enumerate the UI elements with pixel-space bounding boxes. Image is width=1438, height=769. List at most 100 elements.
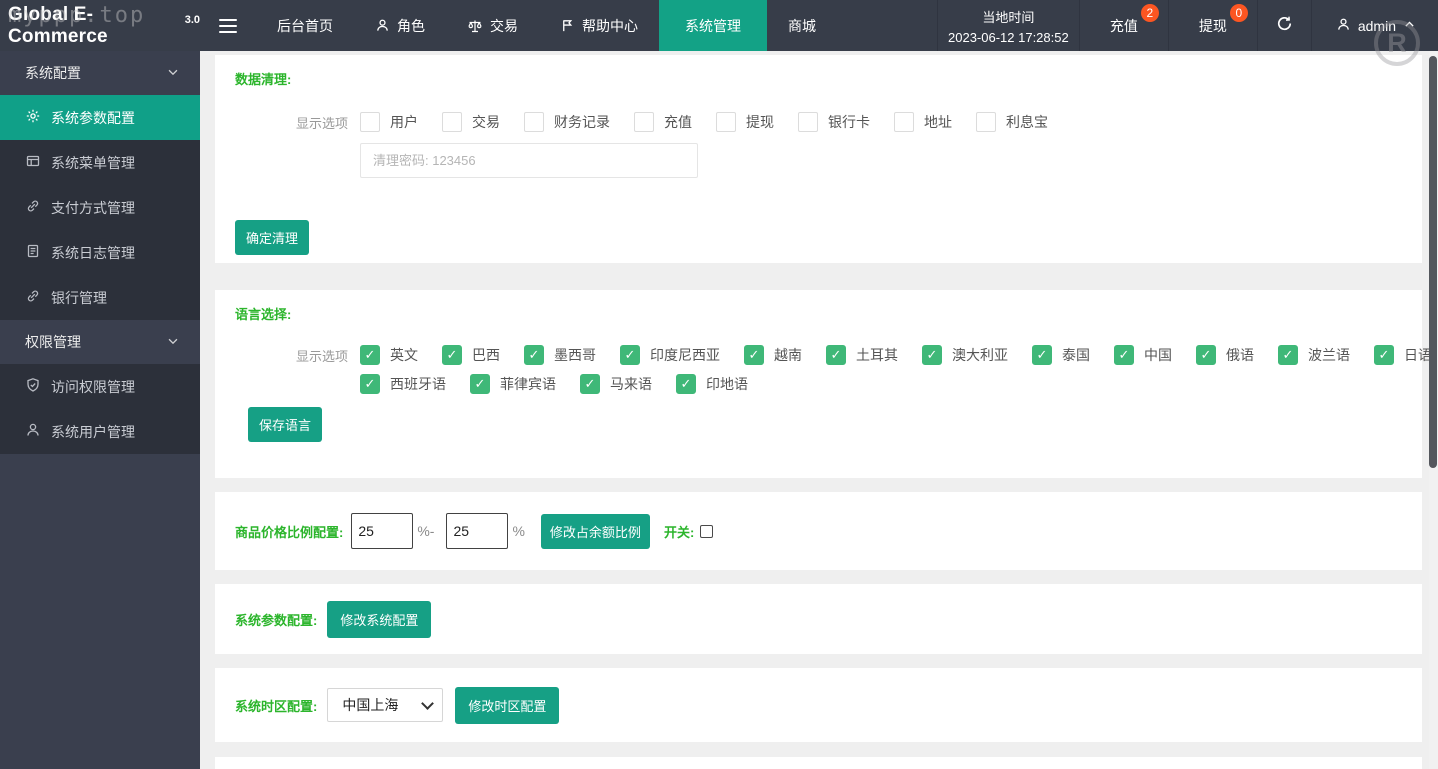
panel-title-timezone: 系统时区配置:: [235, 698, 318, 714]
modify-balance-ratio-button[interactable]: 修改占余额比例: [540, 513, 650, 549]
checkbox-checked-icon[interactable]: ✓: [470, 374, 490, 394]
shield-check-icon: [25, 377, 41, 396]
cleanup-option-checkbox[interactable]: 交易: [442, 112, 500, 132]
language-option-checkbox[interactable]: ✓ 西班牙语: [360, 374, 446, 394]
sidebar-item-access-permissions[interactable]: 访问权限管理: [0, 364, 200, 409]
cleanup-option-checkbox[interactable]: 地址: [894, 112, 952, 132]
checkbox-checked-icon[interactable]: ✓: [922, 345, 942, 365]
checkbox-checked-icon[interactable]: ✓: [360, 345, 380, 365]
user-menu[interactable]: admin: [1312, 0, 1438, 51]
language-option-checkbox[interactable]: ✓ 俄语: [1196, 345, 1254, 365]
checkbox-checked-icon[interactable]: ✓: [1196, 345, 1216, 365]
language-options-row1: ✓ 英文 ✓ 巴西 ✓ 墨西哥 ✓ 印度尼西亚 ✓ 越南 ✓ 土耳其 ✓ 澳大利…: [360, 345, 1438, 365]
nav-item-system-management[interactable]: 系统管理: [659, 0, 767, 51]
language-option-checkbox[interactable]: ✓ 波兰语: [1278, 345, 1350, 365]
section-title: 权限管理: [25, 334, 81, 350]
sidebar-item-system-logs[interactable]: 系统日志管理: [0, 230, 200, 275]
checkbox-icon[interactable]: [894, 112, 914, 132]
hamburger-icon[interactable]: [200, 0, 256, 51]
switch-label: 开关:: [663, 524, 695, 540]
sidebar-item-label: 系统用户管理: [51, 423, 135, 440]
withdraw-button[interactable]: 提现 0: [1169, 0, 1258, 51]
panel-partial: [215, 757, 1422, 769]
language-option-checkbox[interactable]: ✓ 英文: [360, 345, 418, 365]
cleanup-option-checkbox[interactable]: 提现: [716, 112, 774, 132]
refresh-button[interactable]: [1258, 0, 1312, 51]
checkbox-icon[interactable]: [716, 112, 736, 132]
checkbox-checked-icon[interactable]: ✓: [744, 345, 764, 365]
checkbox-label: 英文: [390, 347, 418, 363]
sidebar-item-system-menu[interactable]: 系统菜单管理: [0, 140, 200, 185]
checkbox-label: 提现: [746, 114, 774, 130]
language-option-checkbox[interactable]: ✓ 澳大利亚: [922, 345, 1008, 365]
cleanup-option-checkbox[interactable]: 利息宝: [976, 112, 1048, 132]
checkbox-label: 地址: [924, 114, 952, 130]
checkbox-checked-icon[interactable]: ✓: [442, 345, 462, 365]
save-language-button[interactable]: 保存语言: [248, 407, 323, 442]
timezone-select[interactable]: 中国上海: [327, 688, 444, 722]
person-icon: [25, 422, 41, 441]
checkbox-checked-icon[interactable]: ✓: [826, 345, 846, 365]
cleanup-option-checkbox[interactable]: 用户: [360, 112, 418, 132]
cleanup-option-checkbox[interactable]: 充值: [634, 112, 692, 132]
language-option-checkbox[interactable]: ✓ 泰国: [1032, 345, 1090, 365]
confirm-cleanup-button[interactable]: 确定清理: [235, 220, 310, 255]
checkbox-checked-icon[interactable]: ✓: [1374, 345, 1394, 365]
sidebar-item-system-params[interactable]: 系统参数配置: [0, 95, 200, 140]
language-option-checkbox[interactable]: ✓ 墨西哥: [524, 345, 596, 365]
checkbox-icon[interactable]: [524, 112, 544, 132]
language-option-checkbox[interactable]: ✓ 土耳其: [826, 345, 898, 365]
price-ratio-min-input[interactable]: [351, 513, 414, 549]
language-option-checkbox[interactable]: ✓ 巴西: [442, 345, 500, 365]
checkbox-checked-icon[interactable]: ✓: [580, 374, 600, 394]
nav-label: 角色: [397, 17, 425, 34]
language-option-checkbox[interactable]: ✓ 印度尼西亚: [620, 345, 720, 365]
nav-item-trade[interactable]: 交易: [446, 0, 539, 51]
app-logo: Global E-Commerce 3.0: [0, 0, 200, 51]
nav-item-help-center[interactable]: 帮助中心: [539, 0, 659, 51]
ratio-separator: %-: [417, 523, 435, 539]
checkbox-icon[interactable]: [798, 112, 818, 132]
checkbox-label: 交易: [472, 114, 500, 130]
sidebar-item-system-users[interactable]: 系统用户管理: [0, 409, 200, 454]
modify-timezone-button[interactable]: 修改时区配置: [455, 686, 560, 724]
checkbox-checked-icon[interactable]: ✓: [1114, 345, 1134, 365]
nav-label: 帮助中心: [582, 17, 638, 34]
language-option-checkbox[interactable]: ✓ 马来语: [580, 374, 652, 394]
main-content: 数据清理: 显示选项 用户 交易 财务记录 充值 提现 银行卡 地址 利息宝 清…: [200, 51, 1438, 769]
checkbox-icon[interactable]: [442, 112, 462, 132]
cleanup-password-input[interactable]: [360, 143, 698, 178]
language-option-checkbox[interactable]: ✓ 中国: [1114, 345, 1172, 365]
checkbox-checked-icon[interactable]: ✓: [620, 345, 640, 365]
nav-item-home[interactable]: 后台首页: [256, 0, 354, 51]
sidebar-section-system-config[interactable]: 系统配置: [0, 51, 200, 95]
checkbox-checked-icon[interactable]: ✓: [676, 374, 696, 394]
checkbox-label: 印度尼西亚: [650, 347, 720, 363]
vertical-scrollbar[interactable]: [1429, 51, 1438, 769]
recharge-button[interactable]: 充值 2: [1080, 0, 1169, 51]
checkbox-checked-icon[interactable]: ✓: [360, 374, 380, 394]
price-ratio-switch-checkbox[interactable]: [700, 524, 714, 538]
sidebar-item-bank-management[interactable]: 银行管理: [0, 275, 200, 320]
sidebar-section-permissions[interactable]: 权限管理: [0, 320, 200, 364]
checkbox-checked-icon[interactable]: ✓: [1278, 345, 1298, 365]
nav-item-mall[interactable]: 商城: [767, 0, 837, 51]
checkbox-icon[interactable]: [634, 112, 654, 132]
cleanup-option-checkbox[interactable]: 财务记录: [524, 112, 610, 132]
language-option-checkbox[interactable]: ✓ 日语: [1374, 345, 1432, 365]
language-option-checkbox[interactable]: ✓ 印地语: [676, 374, 748, 394]
checkbox-icon[interactable]: [976, 112, 996, 132]
price-ratio-max-input[interactable]: [446, 513, 509, 549]
language-option-checkbox[interactable]: ✓ 菲律宾语: [470, 374, 556, 394]
checkbox-label: 中国: [1144, 347, 1172, 363]
nav-item-roles[interactable]: 角色: [354, 0, 446, 51]
sidebar-item-label: 系统菜单管理: [51, 154, 135, 171]
scrollbar-thumb[interactable]: [1429, 56, 1437, 468]
language-option-checkbox[interactable]: ✓ 越南: [744, 345, 802, 365]
checkbox-checked-icon[interactable]: ✓: [1032, 345, 1052, 365]
checkbox-icon[interactable]: [360, 112, 380, 132]
modify-system-config-button[interactable]: 修改系统配置: [327, 600, 432, 638]
cleanup-option-checkbox[interactable]: 银行卡: [798, 112, 870, 132]
checkbox-checked-icon[interactable]: ✓: [524, 345, 544, 365]
sidebar-item-payment-methods[interactable]: 支付方式管理: [0, 185, 200, 230]
